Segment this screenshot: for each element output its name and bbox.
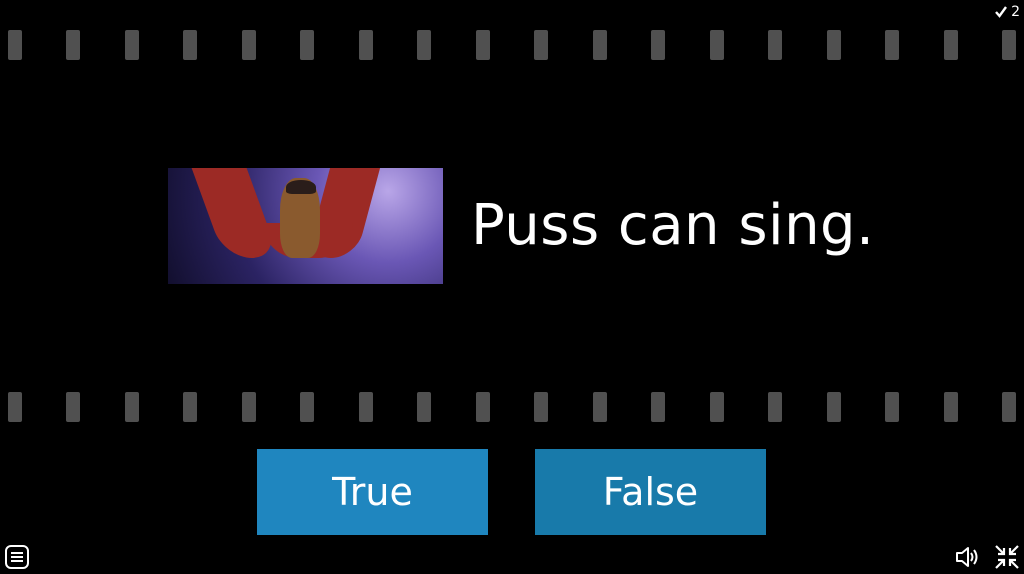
menu-button[interactable] [4,544,30,570]
filmstrip-top [0,30,1024,60]
score-value: 2 [1011,4,1020,20]
speaker-icon [956,547,978,567]
true-button[interactable]: True [257,449,488,535]
score-indicator: 2 [994,4,1020,20]
checkmark-icon [995,6,1008,18]
false-button[interactable]: False [535,449,766,535]
question-statement: Puss can sing. [471,193,875,258]
filmstrip-bottom [0,392,1024,422]
sound-button[interactable] [954,544,980,570]
menu-icon [5,545,29,569]
exit-fullscreen-icon [995,545,1019,569]
question-area: Puss can sing. [168,168,874,284]
fullscreen-button[interactable] [994,544,1020,570]
question-image [168,168,443,284]
